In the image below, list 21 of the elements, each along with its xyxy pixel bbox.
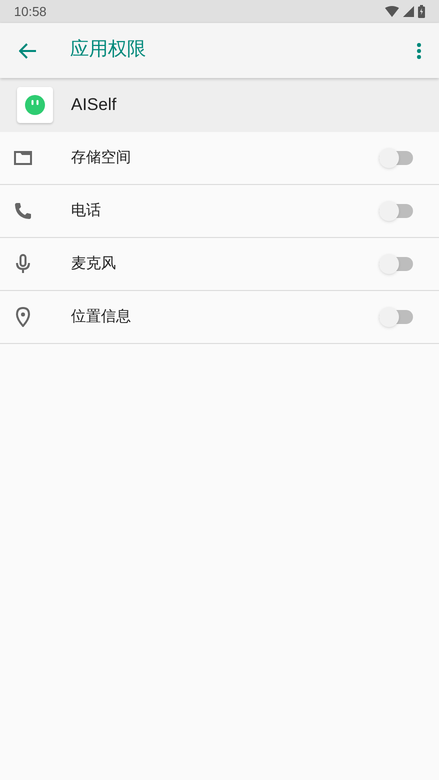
toggle-switch[interactable]: [379, 148, 413, 168]
status-time: 10:58: [14, 2, 47, 21]
signal-icon: [403, 6, 414, 17]
toggle-switch[interactable]: [379, 201, 413, 221]
battery-icon: [418, 5, 425, 18]
page-title: 应用权限: [70, 38, 147, 62]
more-icon: [417, 42, 421, 58]
permission-label: 麦克风: [71, 254, 117, 274]
app-icon: [17, 87, 53, 123]
microphone-icon: [13, 254, 33, 274]
app-name: AISelf: [71, 94, 116, 116]
phone-icon: [13, 201, 33, 221]
permission-label: 位置信息: [71, 306, 132, 327]
permission-label: 电话: [71, 200, 102, 221]
back-arrow-icon: [19, 42, 37, 58]
folder-icon: [13, 148, 33, 168]
toggle-switch[interactable]: [379, 254, 413, 274]
wifi-icon: [385, 6, 399, 17]
toggle-switch[interactable]: [379, 307, 413, 327]
location-pin-icon: [13, 307, 33, 327]
permission-label: 存储空间: [71, 148, 132, 168]
